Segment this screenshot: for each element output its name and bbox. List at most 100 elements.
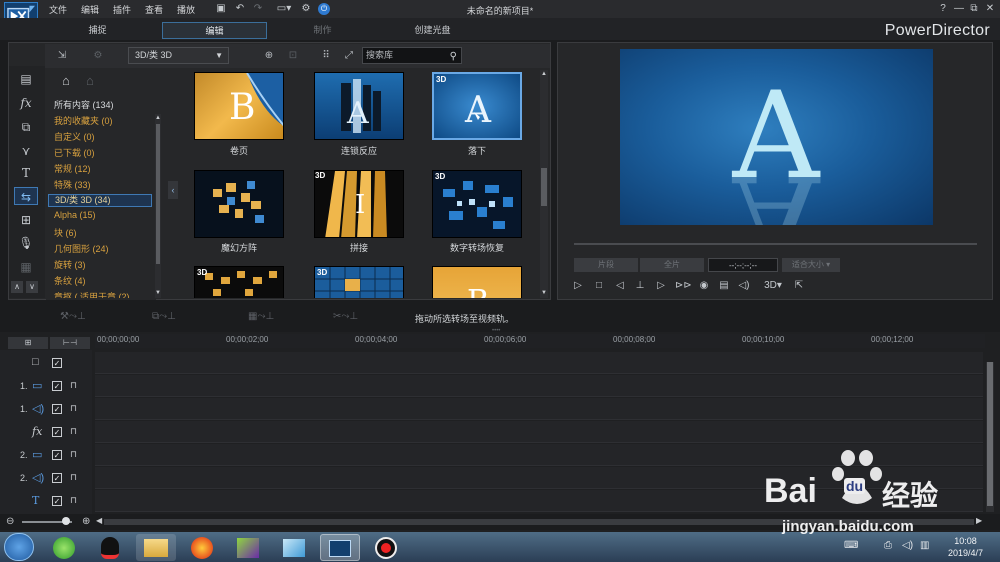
category-item[interactable]: 特殊 (33) (54, 178, 91, 191)
category-dropdown[interactable]: 3D/类 3D ▼ (128, 47, 229, 64)
taskbar-app-360[interactable] (44, 534, 84, 561)
scroll-down-arrow-icon[interactable]: ▼ (541, 290, 547, 296)
keyframe-icon[interactable]: ✂⤳⊥ (333, 311, 358, 322)
lock-icon[interactable]: ⊓ (70, 380, 77, 391)
fit-size-dropdown[interactable]: 适合大小 ▾ (782, 258, 840, 272)
next-frame-icon[interactable]: ▷ (654, 279, 668, 293)
transition-room-icon[interactable]: ⇆ (14, 187, 38, 205)
scroll-left-arrow-icon[interactable]: ◀ (96, 516, 102, 525)
thumb-digital-restore[interactable]: 3D (432, 170, 522, 238)
tab-edit[interactable]: 编辑 (162, 22, 267, 39)
close-icon[interactable]: ✕ (984, 3, 996, 15)
track-enable-checkbox[interactable]: ✓ (52, 473, 62, 483)
add-to-favorites-icon[interactable]: ⊡ (285, 48, 301, 64)
voice-over-room-icon[interactable]: 🎙 (14, 234, 38, 252)
trim-icon[interactable]: ⧉⤳⊥ (152, 311, 176, 322)
rail-scroll-up-icon[interactable]: ∧ (11, 281, 23, 293)
taskbar-app-firefox[interactable] (182, 534, 222, 561)
undock-preview-icon[interactable]: ⇱ (792, 279, 806, 293)
category-item[interactable]: 几何图形 (24) (54, 242, 109, 255)
lock-icon[interactable]: ⊓ (70, 495, 77, 506)
thumb-splice[interactable]: I (314, 170, 404, 238)
track-row[interactable] (95, 352, 983, 374)
rail-scroll-down-icon[interactable]: ∨ (26, 281, 38, 293)
thumb-drop[interactable]: 3D A (432, 72, 522, 140)
fit-timeline-icon[interactable]: ⊢⊣ (50, 337, 90, 349)
track-enable-checkbox[interactable]: ✓ (52, 404, 62, 414)
scroll-up-arrow-icon[interactable]: ▲ (541, 71, 547, 77)
modify-icon[interactable]: ⚒⤳⊥ (60, 311, 86, 322)
category-item[interactable]: 所有内容 (134) (54, 98, 114, 111)
lock-icon[interactable]: ⊓ (70, 403, 77, 414)
fx-room-icon[interactable]: fx (14, 94, 38, 112)
thumb-magic-cube[interactable] (194, 170, 284, 238)
lock-icon[interactable]: ⊓ (70, 472, 77, 483)
minimize-icon[interactable]: — (953, 3, 965, 15)
track-manager-icon[interactable]: ⊞ (8, 337, 48, 349)
title-room-icon[interactable]: T (14, 164, 38, 182)
zoom-slider-handle[interactable] (62, 517, 70, 525)
grid-view-icon[interactable]: ⠿ (318, 48, 334, 64)
tab-produce[interactable]: 制作 (270, 22, 375, 39)
tab-create-disc[interactable]: 创建光盘 (380, 22, 485, 39)
start-button[interactable] (4, 533, 34, 561)
search-input[interactable]: 搜索库 ⚲ (362, 47, 462, 64)
search-icon[interactable]: ⚲ (450, 49, 457, 64)
crop-icon[interactable]: ▦⤳⊥ (248, 311, 274, 322)
audio-mixing-room-icon[interactable]: ⊞ (14, 211, 38, 229)
media-room-icon[interactable]: ▤ (14, 70, 38, 88)
zoom-in-icon[interactable]: ⊕ (82, 516, 90, 527)
add-tag-icon[interactable]: ⌂ (62, 73, 70, 88)
thumb-transition[interactable]: 3D (194, 266, 284, 298)
thumb-transition[interactable]: 3D (314, 266, 404, 298)
thumb-chain-reaction[interactable]: A (314, 72, 404, 140)
restore-icon[interactable]: ⧉ (968, 3, 980, 15)
expand-library-icon[interactable]: ⤢ (341, 48, 357, 64)
category-item[interactable]: 我的收藏夹 (0) (54, 114, 113, 127)
category-item[interactable]: 条纹 (4) (54, 274, 86, 287)
collapse-panel-icon[interactable]: ‹ (168, 181, 178, 199)
plugin-icon[interactable]: ⚙ (90, 48, 106, 64)
taskbar-app-editor[interactable] (274, 534, 314, 561)
library-scroll-thumb[interactable] (541, 168, 547, 206)
track-enable-checkbox[interactable]: ✓ (52, 427, 62, 437)
seek-bar[interactable] (574, 243, 977, 245)
category-item-selected[interactable]: 3D/类 3D (34) (48, 194, 152, 207)
track-row[interactable] (95, 398, 983, 420)
category-scroll-thumb[interactable] (156, 124, 160, 264)
taskbar-app-media[interactable] (228, 534, 268, 561)
import-media-icon[interactable]: ⇲ (54, 48, 70, 64)
lock-icon[interactable]: ⊓ (70, 426, 77, 437)
thumb-transition[interactable]: B (432, 266, 522, 298)
category-item[interactable]: 旋转 (3) (54, 258, 86, 271)
timecode-display[interactable]: --;--;--;-- (708, 258, 778, 272)
track-enable-checkbox[interactable]: ✓ (52, 450, 62, 460)
track-enable-checkbox[interactable]: ✓ (52, 496, 62, 506)
split-icon[interactable]: ⊥ (633, 279, 647, 293)
zoom-out-icon[interactable]: ⊖ (6, 516, 14, 527)
snapshot-icon[interactable]: ◉ (697, 279, 711, 293)
category-item[interactable]: Alpha (15) (54, 210, 96, 220)
volume-icon[interactable]: ◁) (737, 279, 751, 293)
add-to-timeline-icon[interactable]: ⊕ (261, 48, 277, 64)
taskbar-app-powerdirector[interactable] (320, 534, 360, 561)
track-enable-checkbox[interactable]: ✓ (52, 358, 62, 368)
3d-mode-dropdown[interactable]: 3D▾ (760, 279, 786, 293)
category-item[interactable]: 章抠 ( 适用于章 (2) (54, 290, 130, 298)
stop-icon[interactable]: □ (592, 279, 606, 293)
play-icon[interactable]: ▷ (571, 279, 585, 293)
track-enable-checkbox[interactable]: ✓ (52, 381, 62, 391)
pip-room-icon[interactable]: ⧉ (14, 118, 38, 136)
chapter-room-icon[interactable]: ▦ (14, 258, 38, 276)
subtitles-icon[interactable]: ▤ (717, 279, 731, 293)
clip-mode-button[interactable]: 片段 (574, 258, 638, 272)
thumb-page-curl[interactable]: B (194, 72, 284, 140)
fast-forward-icon[interactable]: ⊳⊳ (675, 279, 692, 293)
category-item[interactable]: 常规 (12) (54, 162, 91, 175)
previous-frame-icon[interactable]: ◁ (613, 279, 627, 293)
category-item[interactable]: 自定义 (0) (54, 130, 95, 143)
track-row[interactable] (95, 375, 983, 397)
particle-room-icon[interactable]: ⋎ (14, 142, 38, 160)
scroll-down-arrow-icon[interactable]: ▼ (155, 290, 161, 296)
remove-tag-icon[interactable]: ⌂ (86, 73, 94, 88)
